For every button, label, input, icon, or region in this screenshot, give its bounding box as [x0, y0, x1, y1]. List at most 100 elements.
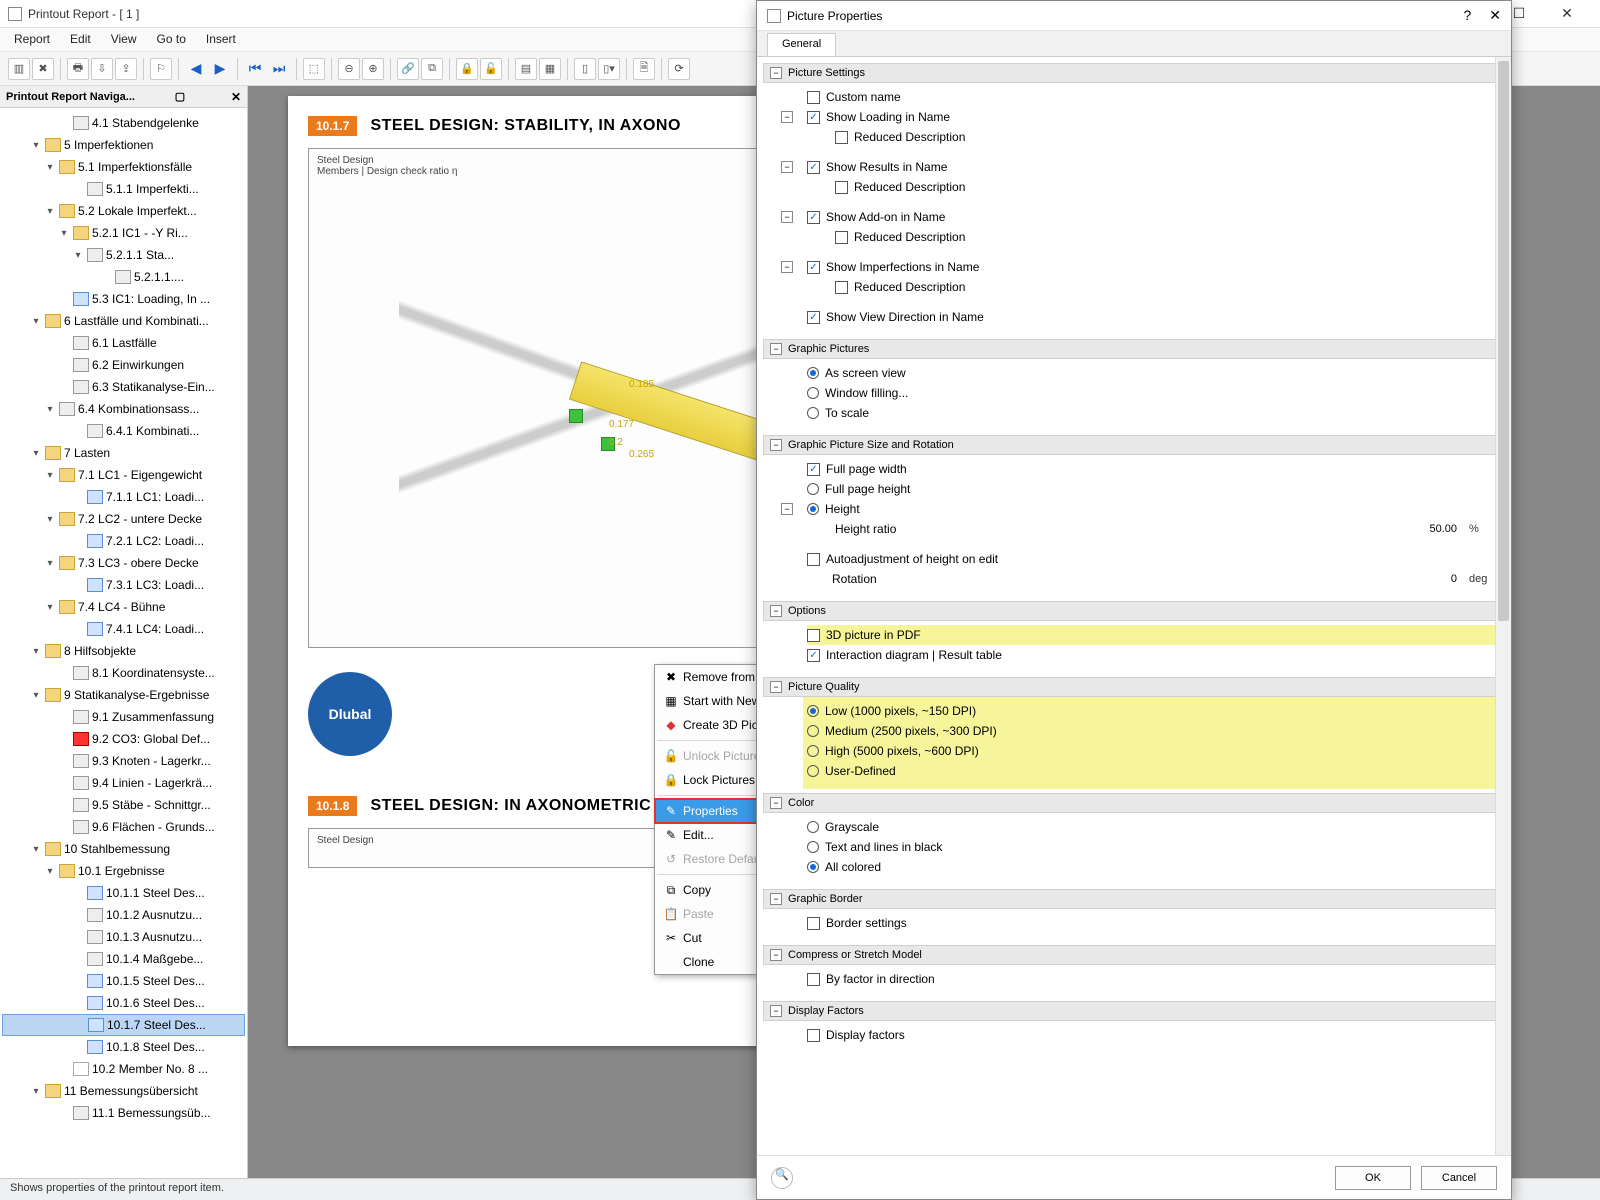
layout2-icon[interactable]: ▦ [539, 58, 561, 80]
tree-item[interactable]: 10.1.5 Steel Des... [2, 970, 245, 992]
rb-as-screen[interactable] [807, 367, 819, 379]
group-display-factors[interactable]: −Display Factors [763, 1001, 1503, 1021]
tree-item[interactable]: 5.2.1.1.... [2, 266, 245, 288]
tree-item[interactable]: 10.1.8 Steel Des... [2, 1036, 245, 1058]
tree-item[interactable]: ▾7.2 LC2 - untere Decke [2, 508, 245, 530]
cancel-button[interactable]: Cancel [1421, 1166, 1497, 1190]
tree-item[interactable]: ▾8 Hilfsobjekte [2, 640, 245, 662]
cb-autoadjust[interactable] [807, 553, 820, 566]
rb-window-filling[interactable] [807, 387, 819, 399]
zoom-in-icon[interactable]: ⊕ [362, 58, 384, 80]
page1-icon[interactable]: ▯ [574, 58, 596, 80]
tree-item[interactable]: 7.3.1 LC3: Loadi... [2, 574, 245, 596]
cb-reduced-desc-4[interactable] [835, 281, 848, 294]
tree-item[interactable]: 10.1.7 Steel Des... [2, 1014, 245, 1036]
cb-reduced-desc-3[interactable] [835, 231, 848, 244]
tree-item[interactable]: 6.2 Einwirkungen [2, 354, 245, 376]
tb-export2-icon[interactable]: ⇪ [115, 58, 137, 80]
cb-custom-name[interactable] [807, 91, 820, 104]
rb-quality-user[interactable] [807, 765, 819, 777]
tree-item[interactable]: 6.4.1 Kombinati... [2, 420, 245, 442]
rb-grayscale[interactable] [807, 821, 819, 833]
tb-print-icon[interactable]: 🖶 [67, 58, 89, 80]
tree-item[interactable]: 6.1 Lastfälle [2, 332, 245, 354]
tree-item[interactable]: 10.1.3 Ausnutzu... [2, 926, 245, 948]
group-quality[interactable]: −Picture Quality [763, 677, 1503, 697]
dialog-scrollbar[interactable] [1495, 57, 1511, 1155]
tree-item[interactable]: 6.3 Statikanalyse-Ein... [2, 376, 245, 398]
tree-item[interactable]: 4.1 Stabendgelenke [2, 112, 245, 134]
tree-item[interactable]: ▾5.2.1.1 Sta... [2, 244, 245, 266]
nav-prev-icon[interactable]: ◀ [185, 58, 207, 80]
dialog-help-icon[interactable]: ? [1463, 7, 1471, 24]
unlock-icon[interactable]: 🔓 [480, 58, 502, 80]
lock-icon[interactable]: 🔒 [456, 58, 478, 80]
cb-show-results[interactable] [807, 161, 820, 174]
tb-select-icon[interactable]: ⬚ [303, 58, 325, 80]
tb-export-icon[interactable]: ⇩ [91, 58, 113, 80]
cb-interaction[interactable] [807, 649, 820, 662]
rb-quality-high[interactable] [807, 745, 819, 757]
cb-border-settings[interactable] [807, 917, 820, 930]
tree-item[interactable]: ▾7.4 LC4 - Bühne [2, 596, 245, 618]
cb-display-factors[interactable] [807, 1029, 820, 1042]
tree-item[interactable]: ▾5.2.1 IC1 - -Y Ri... [2, 222, 245, 244]
group-color[interactable]: −Color [763, 793, 1503, 813]
tree-item[interactable]: 9.2 CO3: Global Def... [2, 728, 245, 750]
rotation-value[interactable]: 0 [1451, 573, 1463, 585]
refresh-icon[interactable]: ⟳ [668, 58, 690, 80]
nav-next-icon[interactable]: ▶ [209, 58, 231, 80]
rb-full-height[interactable] [807, 483, 819, 495]
cb-show-loading[interactable] [807, 111, 820, 124]
tree-item[interactable]: ▾10.1 Ergebnisse [2, 860, 245, 882]
dialog-close-icon[interactable]: ✕ [1489, 7, 1501, 24]
tree-item[interactable]: ▾9 Statikanalyse-Ergebnisse [2, 684, 245, 706]
layout1-icon[interactable]: ▤ [515, 58, 537, 80]
cb-show-imperf[interactable] [807, 261, 820, 274]
scrollbar-thumb[interactable] [1498, 61, 1509, 621]
menu-insert[interactable]: Insert [206, 32, 236, 47]
tree-item[interactable]: 9.3 Knoten - Lagerkr... [2, 750, 245, 772]
tree-item[interactable]: ▾6 Lastfälle und Kombinati... [2, 310, 245, 332]
rb-height[interactable] [807, 503, 819, 515]
cb-3d-picture[interactable] [807, 629, 820, 642]
tree-item[interactable]: 11.1 Bemessungsüb... [2, 1102, 245, 1124]
link-icon[interactable]: 🔗 [397, 58, 419, 80]
tree-item[interactable]: ▾11 Bemessungsübersicht [2, 1080, 245, 1102]
cb-reduced-desc-2[interactable] [835, 181, 848, 194]
group-compress[interactable]: −Compress or Stretch Model [763, 945, 1503, 965]
group-border[interactable]: −Graphic Border [763, 889, 1503, 909]
rb-quality-medium[interactable] [807, 725, 819, 737]
group-size-rotation[interactable]: −Graphic Picture Size and Rotation [763, 435, 1503, 455]
tree-item[interactable]: ▾6.4 Kombinationsass... [2, 398, 245, 420]
tree-item[interactable]: 10.1.1 Steel Des... [2, 882, 245, 904]
tree-item[interactable]: ▾7 Lasten [2, 442, 245, 464]
tree-item[interactable]: 9.4 Linien - Lagerkrä... [2, 772, 245, 794]
nav-first-icon[interactable]: ⏮ [244, 58, 266, 80]
zoom-out-icon[interactable]: ⊖ [338, 58, 360, 80]
tb-lang-icon[interactable]: ⚐ [150, 58, 172, 80]
navigator-close-icon[interactable]: ✕ [231, 90, 241, 104]
tree-item[interactable]: ▾10 Stahlbemessung [2, 838, 245, 860]
nav-last-icon[interactable]: ⏭ [268, 58, 290, 80]
tree-item[interactable]: 5.1.1 Imperfekti... [2, 178, 245, 200]
tb-del-icon[interactable]: ✖ [32, 58, 54, 80]
tab-general[interactable]: General [767, 33, 836, 56]
group-picture-settings[interactable]: −Picture Settings [763, 63, 1503, 83]
tree-item[interactable]: 7.1.1 LC1: Loadi... [2, 486, 245, 508]
tree-item[interactable]: 9.1 Zusammenfassung [2, 706, 245, 728]
cb-reduced-desc-1[interactable] [835, 131, 848, 144]
close-button[interactable]: ✕ [1552, 5, 1582, 22]
tree-item[interactable]: ▾5 Imperfektionen [2, 134, 245, 156]
tree-item[interactable]: 9.5 Stäbe - Schnittgr... [2, 794, 245, 816]
tree-item[interactable]: 7.2.1 LC2: Loadi... [2, 530, 245, 552]
menu-view[interactable]: View [111, 32, 137, 47]
tree-item[interactable]: 5.3 IC1: Loading, In ... [2, 288, 245, 310]
note-icon[interactable]: 🗎 [633, 58, 655, 80]
tree-item[interactable]: ▾7.3 LC3 - obere Decke [2, 552, 245, 574]
tree-item[interactable]: ▾5.2 Lokale Imperfekt... [2, 200, 245, 222]
menu-report[interactable]: Report [14, 32, 50, 47]
group-options[interactable]: −Options [763, 601, 1503, 621]
tree-item[interactable]: ▾7.1 LC1 - Eigengewicht [2, 464, 245, 486]
help-button[interactable]: 🔍 [771, 1167, 793, 1189]
